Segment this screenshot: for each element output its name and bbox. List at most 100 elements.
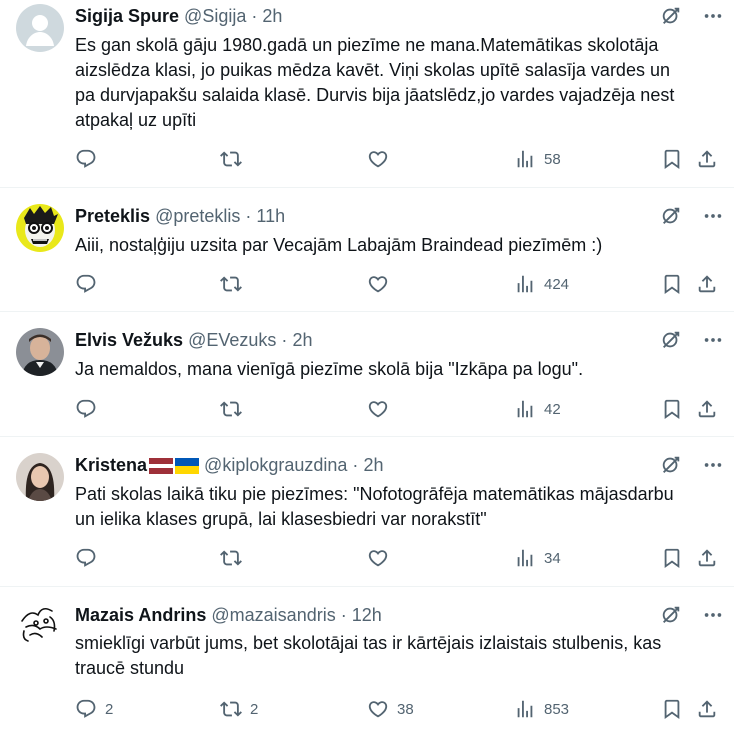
share-icon <box>696 398 718 420</box>
text-line: pa durvjapakšu salaida klasē. Durvis bij… <box>75 85 675 105</box>
text-line: atpakaļ uz upīti <box>75 110 197 130</box>
avatar[interactable] <box>16 601 64 649</box>
like-button[interactable] <box>367 148 397 170</box>
author-name[interactable]: Kristena <box>75 455 147 475</box>
repost-button[interactable] <box>220 398 250 420</box>
more-icon[interactable] <box>702 329 724 351</box>
views-icon <box>514 273 536 295</box>
repost-button[interactable] <box>220 547 250 569</box>
views-icon <box>514 698 536 720</box>
share-button[interactable] <box>696 148 718 170</box>
reply-button[interactable] <box>75 148 105 170</box>
text-line: un ielika klases grupā, lai klasesbiedri… <box>75 509 487 529</box>
action-bar: 2 2 38 853 <box>75 698 718 722</box>
author-name[interactable]: Elvis Vežuks <box>75 330 183 350</box>
more-icon[interactable] <box>702 205 724 227</box>
text-line: Aiii, nostaļģiju uzsita par Vecajām Laba… <box>75 235 603 255</box>
repost-button[interactable] <box>220 273 250 295</box>
tweet-text: smieklīgi varbūt jums, bet skolotājai ta… <box>75 631 716 681</box>
grok-icon[interactable] <box>660 205 682 227</box>
author-name[interactable]: Preteklis <box>75 206 150 226</box>
bookmark-button[interactable] <box>661 148 683 170</box>
reply-icon <box>75 273 97 295</box>
avatar[interactable] <box>16 204 64 252</box>
like-button[interactable] <box>367 273 397 295</box>
views-icon <box>514 148 536 170</box>
like-count: 38 <box>397 700 414 718</box>
author-handle[interactable]: @preteklis <box>155 206 240 226</box>
tweet[interactable]: Mazais Andrins @mazaisandris · 12h smiek… <box>0 587 734 730</box>
share-button[interactable] <box>696 547 718 569</box>
grok-icon[interactable] <box>660 5 682 27</box>
reply-icon <box>75 148 97 170</box>
views-count: 424 <box>544 275 570 293</box>
like-icon <box>367 547 389 569</box>
more-icon[interactable] <box>702 5 724 27</box>
timestamp[interactable]: 2h <box>262 6 282 26</box>
views-icon <box>514 398 536 420</box>
tweet[interactable]: Preteklis @preteklis · 11h Aiii, nostaļģ… <box>0 188 734 312</box>
reply-button[interactable]: 2 <box>75 698 113 720</box>
like-button[interactable] <box>367 398 397 420</box>
share-button[interactable] <box>696 398 718 420</box>
text-line: traucē stundu <box>75 658 185 678</box>
timestamp[interactable]: 11h <box>256 206 285 226</box>
avatar[interactable] <box>16 453 64 501</box>
author-handle[interactable]: @kiplokgrauzdina <box>204 455 347 475</box>
grok-icon[interactable] <box>660 329 682 351</box>
bookmark-icon <box>661 398 683 420</box>
repost-button[interactable]: 2 <box>220 698 258 720</box>
tweet[interactable]: Kristena @kiplokgrauzdina · 2h Pati skol… <box>0 437 734 587</box>
author-name[interactable]: Sigija Spure <box>75 6 179 26</box>
views-button[interactable]: 424 <box>514 273 569 295</box>
share-button[interactable] <box>696 698 718 720</box>
more-icon[interactable] <box>702 604 724 626</box>
views-count: 34 <box>544 549 561 567</box>
reply-button[interactable] <box>75 398 105 420</box>
reply-icon <box>75 398 97 420</box>
author-handle[interactable]: @mazaisandris <box>211 605 335 625</box>
separator-dot: · <box>352 455 359 475</box>
bookmark-button[interactable] <box>661 547 683 569</box>
reply-icon <box>75 698 97 720</box>
author-name[interactable]: Mazais Andrins <box>75 605 206 625</box>
views-icon <box>514 547 536 569</box>
ukraine-flag <box>175 458 200 474</box>
reply-button[interactable] <box>75 547 105 569</box>
like-icon <box>367 398 389 420</box>
views-count: 58 <box>544 150 561 168</box>
reply-button[interactable] <box>75 273 105 295</box>
author-handle[interactable]: @EVezuks <box>188 330 276 350</box>
separator-dot: · <box>281 330 288 350</box>
like-button[interactable] <box>367 547 397 569</box>
grok-icon[interactable] <box>660 604 682 626</box>
views-button[interactable]: 42 <box>514 398 561 420</box>
views-button[interactable]: 853 <box>514 698 569 720</box>
bookmark-button[interactable] <box>661 273 683 295</box>
text-line: Ja nemaldos, mana vienīgā piezīme skolā … <box>75 359 584 379</box>
timestamp[interactable]: 12h <box>352 605 382 625</box>
avatar[interactable] <box>16 328 64 376</box>
repost-button[interactable] <box>220 148 250 170</box>
text-line: aizslēdza klasi, jo puikas mēdza kavēt. … <box>75 60 670 80</box>
views-button[interactable]: 58 <box>514 148 561 170</box>
avatar[interactable] <box>16 4 64 52</box>
bookmark-button[interactable] <box>661 398 683 420</box>
grok-icon[interactable] <box>660 454 682 476</box>
text-line: Pati skolas laikā tiku pie piezīmes: "No… <box>75 484 674 504</box>
timestamp[interactable]: 2h <box>292 330 312 350</box>
share-icon <box>696 698 718 720</box>
author-handle[interactable]: @Sigija <box>184 6 246 26</box>
tweet[interactable]: Sigija Spure @Sigija · 2h Es gan skolā g… <box>0 0 734 188</box>
reply-icon <box>75 547 97 569</box>
tweet-text: Ja nemaldos, mana vienīgā piezīme skolā … <box>75 357 716 382</box>
more-icon[interactable] <box>702 454 724 476</box>
share-button[interactable] <box>696 273 718 295</box>
bookmark-button[interactable] <box>661 698 683 720</box>
views-button[interactable]: 34 <box>514 547 561 569</box>
tweet[interactable]: Elvis Vežuks @EVezuks · 2h Ja nemaldos, … <box>0 312 734 437</box>
separator-dot: · <box>245 206 252 226</box>
like-button[interactable]: 38 <box>367 698 414 720</box>
views-count: 42 <box>544 400 561 418</box>
timestamp[interactable]: 2h <box>363 455 383 475</box>
